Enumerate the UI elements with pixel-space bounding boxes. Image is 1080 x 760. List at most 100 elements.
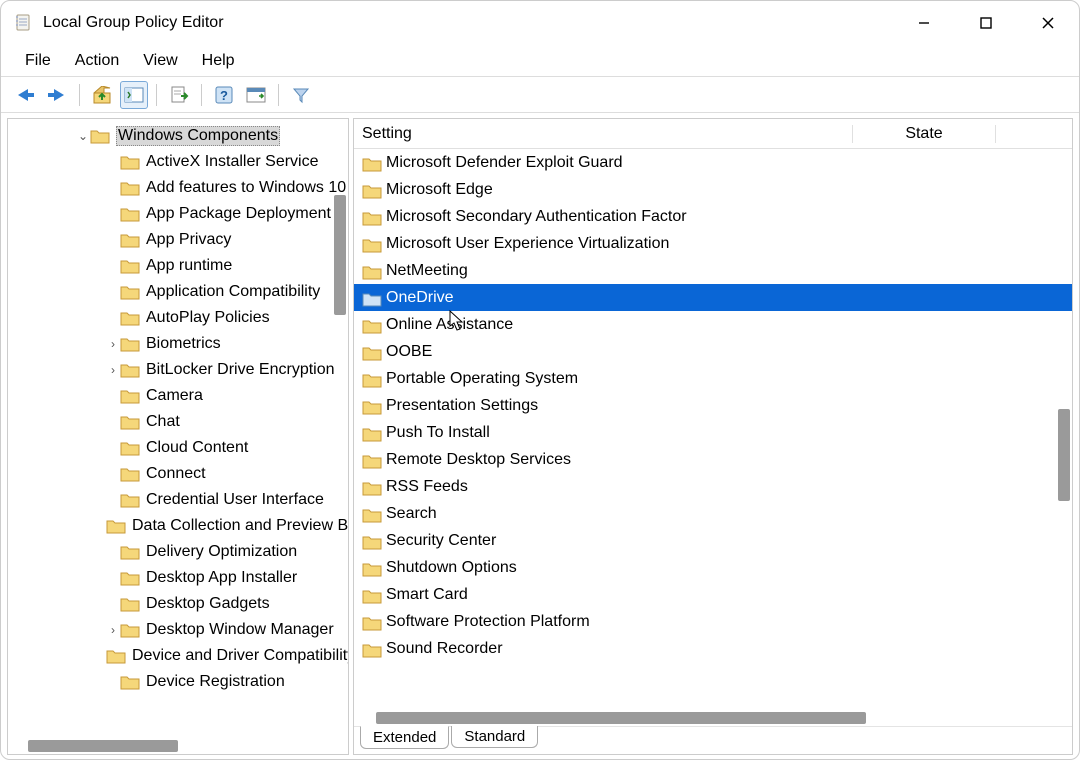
folder-icon — [120, 622, 140, 638]
tree-node[interactable]: Device Registration — [8, 669, 348, 695]
list-item[interactable]: Microsoft Defender Exploit Guard — [354, 149, 1072, 176]
tree-node[interactable]: App runtime — [8, 253, 348, 279]
minimize-button[interactable] — [893, 1, 955, 45]
folder-icon — [362, 561, 380, 575]
tree-node-label: Desktop App Installer — [146, 569, 297, 587]
list-item[interactable]: Presentation Settings — [354, 392, 1072, 419]
folder-icon — [120, 674, 140, 690]
menu-action[interactable]: Action — [63, 48, 131, 74]
list-item[interactable]: Push To Install — [354, 419, 1072, 446]
list-item[interactable]: Remote Desktop Services — [354, 446, 1072, 473]
tree-node[interactable]: Credential User Interface — [8, 487, 348, 513]
menubar: File Action View Help — [1, 45, 1079, 77]
folder-icon — [120, 154, 140, 170]
list-item[interactable]: Online Assistance — [354, 311, 1072, 338]
tree-vertical-scrollbar[interactable] — [334, 195, 346, 315]
folder-icon — [120, 310, 140, 326]
tree-node[interactable]: ›BitLocker Drive Encryption — [8, 357, 348, 383]
folder-icon — [362, 291, 380, 305]
tab-extended[interactable]: Extended — [360, 726, 449, 749]
folder-icon — [120, 596, 140, 612]
tree-node[interactable]: Desktop App Installer — [8, 565, 348, 591]
back-button[interactable] — [11, 81, 39, 109]
tree-node-label: Camera — [146, 387, 203, 405]
list-item-label: Remote Desktop Services — [386, 451, 571, 469]
folder-icon — [120, 466, 140, 482]
folder-icon — [120, 180, 140, 196]
list-item-label: OOBE — [386, 343, 432, 361]
filter-button[interactable] — [287, 81, 315, 109]
list-item[interactable]: Software Protection Platform — [354, 608, 1072, 635]
tree-horizontal-scrollbar[interactable] — [28, 740, 178, 752]
tree-scroll[interactable]: ⌄ Windows Components ActiveX Installer S… — [8, 119, 348, 754]
list-item[interactable]: Microsoft Edge — [354, 176, 1072, 203]
list-item-label: NetMeeting — [386, 262, 468, 280]
window-controls — [893, 1, 1079, 45]
tree-node[interactable]: Connect — [8, 461, 348, 487]
list-item[interactable]: Microsoft User Experience Virtualization — [354, 230, 1072, 257]
tree-node[interactable]: ›Biometrics — [8, 331, 348, 357]
close-button[interactable] — [1017, 1, 1079, 45]
list-item-label: Microsoft Secondary Authentication Facto… — [386, 208, 687, 226]
maximize-button[interactable] — [955, 1, 1017, 45]
properties-button[interactable] — [242, 81, 270, 109]
folder-icon — [362, 426, 380, 440]
menu-help[interactable]: Help — [190, 48, 247, 74]
list-item[interactable]: Search — [354, 500, 1072, 527]
list-item[interactable]: Sound Recorder — [354, 635, 1072, 662]
up-button[interactable] — [88, 81, 116, 109]
list-item-label: Presentation Settings — [386, 397, 538, 415]
list-item-label: Sound Recorder — [386, 640, 503, 658]
show-hide-tree-button[interactable] — [120, 81, 148, 109]
forward-button[interactable] — [43, 81, 71, 109]
tree-node[interactable]: Cloud Content — [8, 435, 348, 461]
tree-node[interactable]: Delivery Optimization — [8, 539, 348, 565]
column-state[interactable]: State — [852, 125, 996, 143]
list-item[interactable]: OOBE — [354, 338, 1072, 365]
list-item[interactable]: OneDrive — [354, 284, 1072, 311]
chevron-down-icon[interactable]: ⌄ — [76, 129, 90, 143]
folder-icon — [120, 206, 140, 222]
export-list-button[interactable] — [165, 81, 193, 109]
chevron-right-icon[interactable]: › — [106, 623, 120, 637]
list-item[interactable]: Microsoft Secondary Authentication Facto… — [354, 203, 1072, 230]
list-item[interactable]: Portable Operating System — [354, 365, 1072, 392]
list-inner[interactable]: Microsoft Defender Exploit GuardMicrosof… — [354, 149, 1072, 726]
tree-node-label: Device and Driver Compatibility — [132, 647, 348, 665]
column-setting[interactable]: Setting — [362, 125, 852, 143]
list-item[interactable]: NetMeeting — [354, 257, 1072, 284]
tree-node[interactable]: Application Compatibility — [8, 279, 348, 305]
list-horizontal-scrollbar[interactable] — [376, 712, 866, 724]
tree-node[interactable]: App Package Deployment — [8, 201, 348, 227]
chevron-right-icon[interactable]: › — [106, 363, 120, 377]
list-item[interactable]: Smart Card — [354, 581, 1072, 608]
menu-file[interactable]: File — [13, 48, 63, 74]
toolbar-separator — [79, 84, 80, 106]
tree-node[interactable]: ActiveX Installer Service — [8, 149, 348, 175]
tree-node[interactable]: Chat — [8, 409, 348, 435]
folder-icon — [362, 156, 380, 170]
tree-node[interactable]: Add features to Windows 10 — [8, 175, 348, 201]
list-item[interactable]: Security Center — [354, 527, 1072, 554]
list-item[interactable]: Shutdown Options — [354, 554, 1072, 581]
tree-node-label: Device Registration — [146, 673, 285, 691]
menu-view[interactable]: View — [131, 48, 189, 74]
tree-node[interactable]: Data Collection and Preview Builds — [8, 513, 348, 539]
list-item-label: Smart Card — [386, 586, 468, 604]
tree-node[interactable]: Device and Driver Compatibility — [8, 643, 348, 669]
tree-node-label: Desktop Gadgets — [146, 595, 270, 613]
tree-node-windows-components[interactable]: ⌄ Windows Components — [8, 123, 348, 149]
tree-node[interactable]: App Privacy — [8, 227, 348, 253]
tree-node[interactable]: ›Desktop Window Manager — [8, 617, 348, 643]
list-item[interactable]: RSS Feeds — [354, 473, 1072, 500]
tab-standard[interactable]: Standard — [451, 726, 538, 748]
app-icon — [13, 13, 33, 33]
folder-icon — [120, 284, 140, 300]
chevron-right-icon[interactable]: › — [106, 337, 120, 351]
help-button[interactable]: ? — [210, 81, 238, 109]
tree-node[interactable]: Camera — [8, 383, 348, 409]
tree-node[interactable]: Desktop Gadgets — [8, 591, 348, 617]
folder-icon — [106, 518, 126, 534]
tree-node[interactable]: AutoPlay Policies — [8, 305, 348, 331]
list-vertical-scrollbar[interactable] — [1058, 409, 1070, 501]
